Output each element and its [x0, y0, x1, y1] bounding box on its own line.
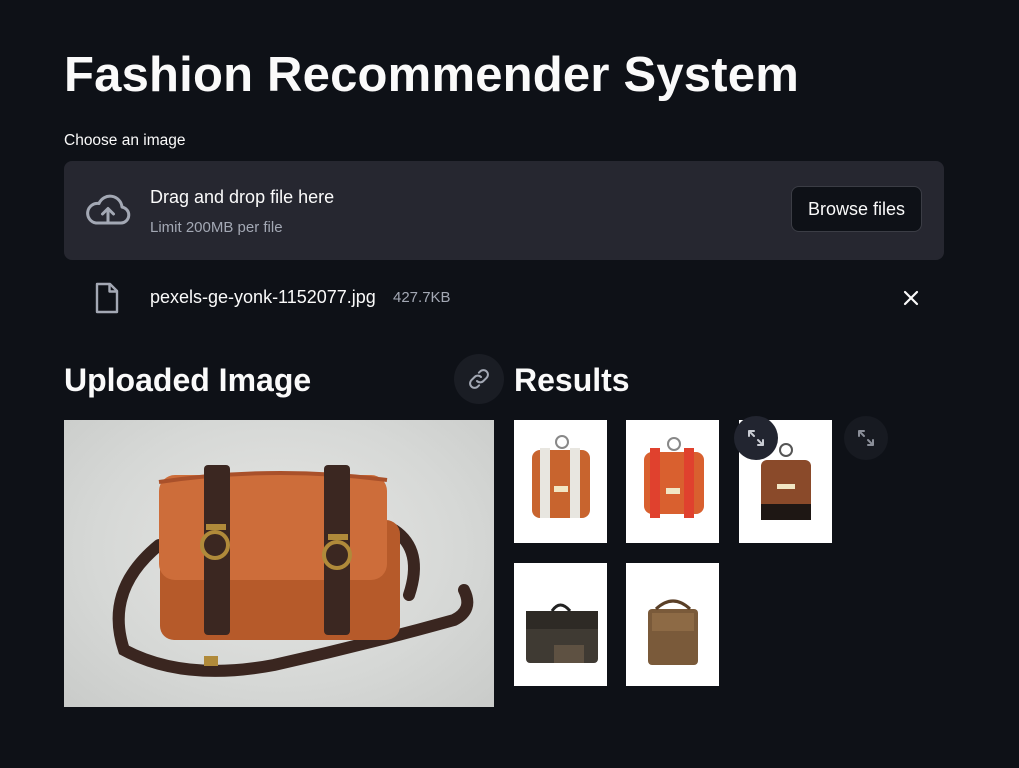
- bag-thumbnail: [648, 599, 698, 665]
- dropzone-limit: Limit 200MB per file: [150, 219, 283, 236]
- leather-messenger-bag-photo: [112, 465, 474, 677]
- file-icon: [95, 282, 119, 314]
- uploaded-file-name: pexels-ge-yonk-1152077.jpg: [150, 287, 376, 307]
- bag-thumbnail: [644, 437, 704, 518]
- uploaded-file-size: 427.7KB: [393, 289, 451, 306]
- cloud-upload-icon: [86, 194, 131, 225]
- heading-anchor-link[interactable]: [454, 354, 504, 404]
- results-heading: Results: [514, 362, 630, 398]
- bag-thumbnail: [526, 603, 598, 663]
- fullscreen-button[interactable]: [734, 416, 778, 460]
- fullscreen-icon: [858, 430, 874, 446]
- result-thumb-5[interactable]: [626, 563, 719, 686]
- uploaded-image: [64, 420, 494, 707]
- dropzone-instruction: Drag and drop file here: [150, 187, 335, 207]
- browse-files-button[interactable]: Browse files: [791, 186, 922, 232]
- result-thumb-4[interactable]: [514, 563, 607, 686]
- uploaded-image-heading: Uploaded Image: [64, 362, 312, 398]
- uploaded-file-row: pexels-ge-yonk-1152077.jpg 427.7KB: [64, 278, 944, 318]
- fullscreen-icon: [748, 430, 764, 446]
- fullscreen-button-secondary[interactable]: [844, 416, 888, 460]
- bag-thumbnail: [532, 435, 590, 518]
- file-dropzone[interactable]: Drag and drop file here Limit 200MB per …: [64, 161, 944, 260]
- uploader-label: Choose an image: [64, 132, 186, 149]
- close-icon[interactable]: [900, 287, 922, 309]
- page-title: Fashion Recommender System: [64, 48, 799, 102]
- result-thumb-1[interactable]: [514, 420, 607, 543]
- link-icon: [469, 369, 489, 389]
- result-thumb-2[interactable]: [626, 420, 719, 543]
